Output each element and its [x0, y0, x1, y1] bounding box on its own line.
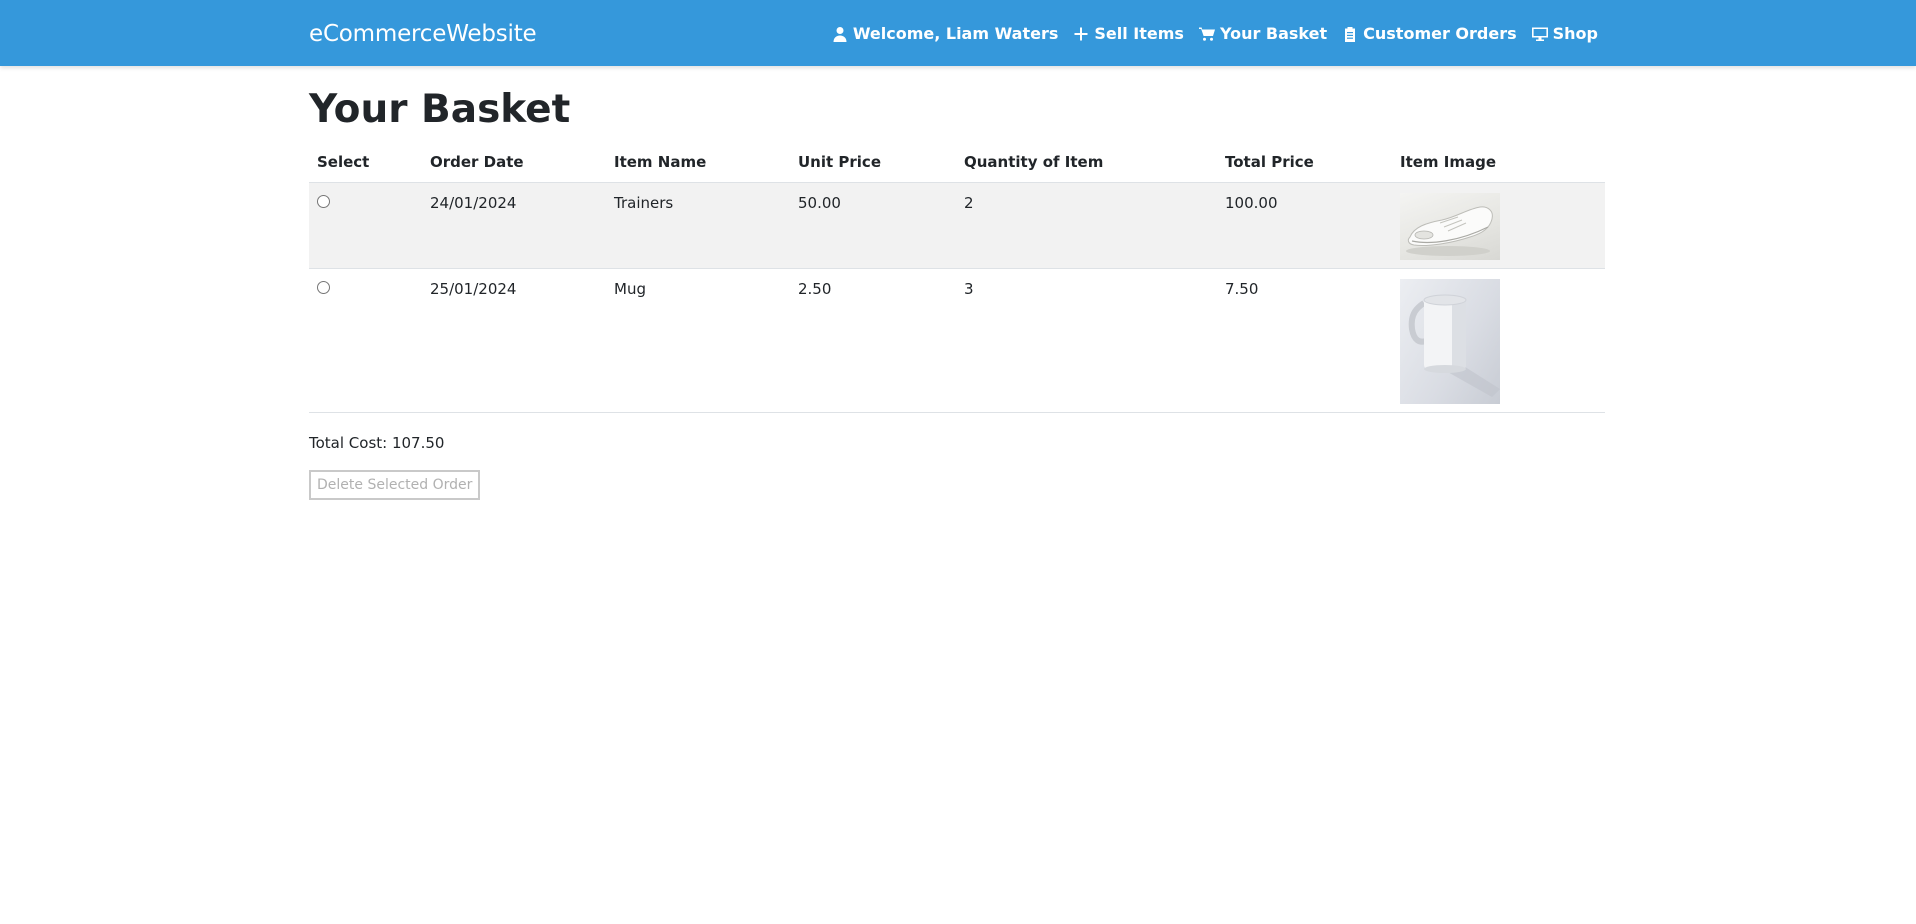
item-image-cell — [1392, 268, 1605, 413]
nav-welcome-label: Welcome, Liam Waters — [852, 24, 1059, 43]
page-title: Your Basket — [309, 87, 571, 132]
select-radio[interactable] — [317, 280, 330, 294]
mug-image — [1400, 278, 1500, 404]
header-quantity: Quantity of Item — [956, 142, 1217, 183]
main-content: Your Basket Select Order Date Item Name … — [309, 88, 1605, 500]
nav-links: Welcome, Liam Waters Sell Items Your Bas… — [832, 22, 1598, 46]
unit-price-cell: 2.50 — [790, 268, 956, 413]
user-icon — [833, 27, 847, 42]
monitor-icon — [1531, 27, 1548, 41]
header-order-date: Order Date — [422, 142, 606, 183]
top-navbar: eCommerceWebsite Welcome, Liam Waters Se… — [0, 0, 1916, 66]
header-unit-price: Unit Price — [790, 142, 956, 183]
unit-price-cell: 50.00 — [790, 182, 956, 269]
nav-sell-items-label: Sell Items — [1094, 24, 1184, 43]
select-cell — [309, 268, 422, 413]
quantity-cell: 3 — [956, 268, 1217, 413]
select-cell — [309, 182, 422, 269]
nav-customer-orders-link[interactable]: Customer Orders — [1342, 24, 1517, 44]
plus-icon — [1074, 27, 1088, 41]
item-image-cell — [1392, 182, 1605, 269]
table-row: 24/01/2024 Trainers 50.00 2 100.00 — [309, 182, 1605, 269]
header-item-image: Item Image — [1392, 142, 1605, 183]
nav-shop-label: Shop — [1552, 24, 1598, 43]
quantity-cell: 2 — [956, 182, 1217, 269]
item-name-cell: Trainers — [606, 182, 790, 269]
delete-selected-order-button[interactable]: Delete Selected Order — [309, 469, 481, 500]
table-row: 25/01/2024 Mug 2.50 3 7.50 — [309, 268, 1605, 413]
item-name-cell: Mug — [606, 268, 790, 413]
nav-your-basket-link[interactable]: Your Basket — [1198, 24, 1328, 44]
header-total-price: Total Price — [1217, 142, 1392, 183]
order-date-cell: 25/01/2024 — [422, 268, 606, 413]
basket-table: Select Order Date Item Name Unit Price Q… — [309, 142, 1605, 413]
order-date-cell: 24/01/2024 — [422, 182, 606, 269]
total-price-cell: 100.00 — [1217, 182, 1392, 269]
select-radio[interactable] — [317, 194, 330, 208]
trainers-image — [1400, 192, 1500, 260]
total-cost: Total Cost: 107.50 — [309, 433, 445, 452]
brand-link[interactable]: eCommerceWebsite — [309, 19, 537, 49]
nav-your-basket-label: Your Basket — [1219, 24, 1328, 43]
nav-sell-items-link[interactable]: Sell Items — [1073, 24, 1184, 44]
nav-shop-link[interactable]: Shop — [1531, 24, 1598, 44]
cart-icon — [1198, 27, 1215, 41]
nav-customer-orders-label: Customer Orders — [1363, 24, 1517, 43]
header-item-name: Item Name — [606, 142, 790, 183]
nav-welcome-link[interactable]: Welcome, Liam Waters — [832, 24, 1059, 44]
table-header-row: Select Order Date Item Name Unit Price Q… — [309, 142, 1605, 183]
clipboard-icon — [1345, 27, 1356, 42]
header-select: Select — [309, 142, 422, 183]
total-price-cell: 7.50 — [1217, 268, 1392, 413]
